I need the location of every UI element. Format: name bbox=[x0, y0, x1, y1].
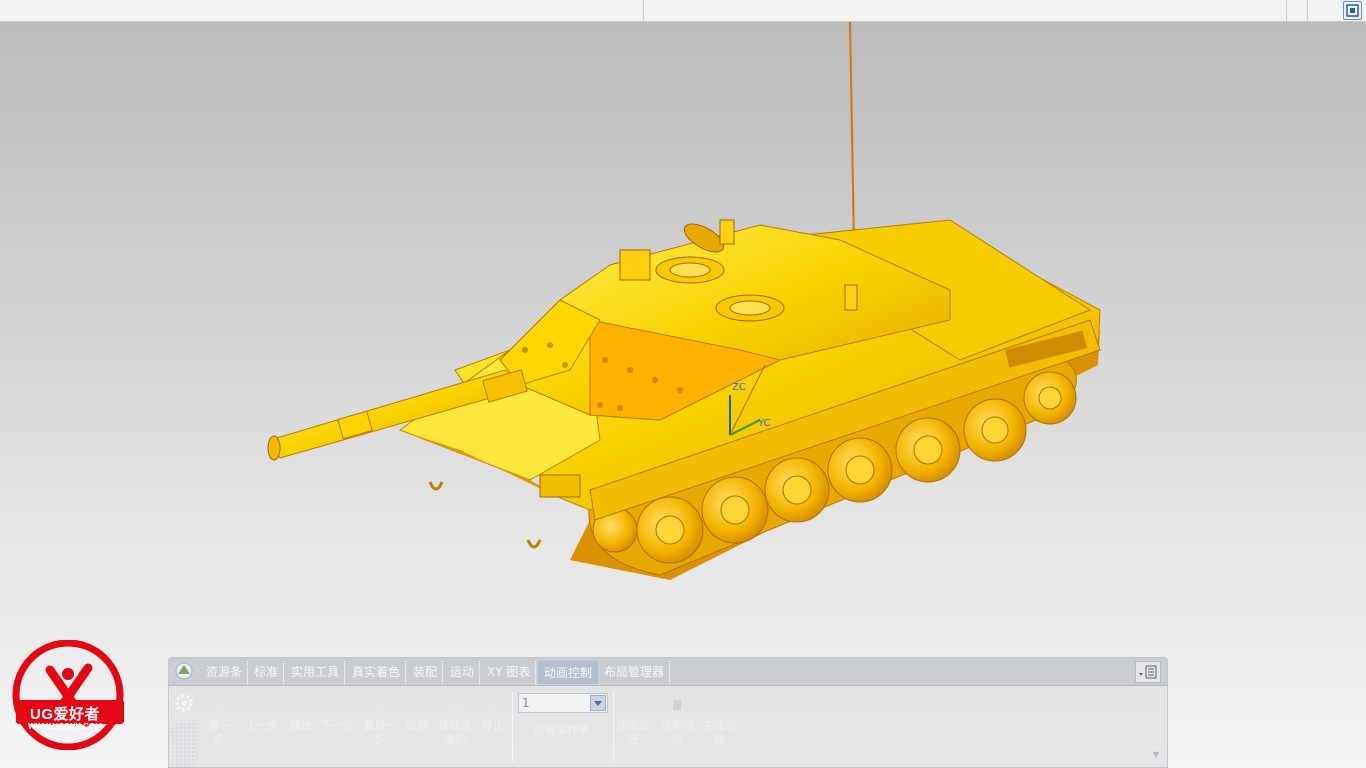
tab-true-shading[interactable]: 真实着色 bbox=[347, 661, 407, 684]
skip-to-end-icon bbox=[372, 696, 388, 714]
fit-view-button[interactable] bbox=[1343, 1, 1362, 20]
previous-step-label: 上一步 bbox=[245, 719, 279, 732]
periscope bbox=[844, 284, 858, 311]
previous-step-button[interactable]: 上一步 bbox=[245, 694, 279, 733]
pause-icon bbox=[413, 699, 421, 711]
tab-xy-graph[interactable]: XY 图表 bbox=[482, 661, 537, 684]
app-menu-button[interactable] bbox=[171, 660, 199, 684]
frame-animation-button[interactable]: 帧到动画 bbox=[657, 694, 697, 747]
next-step-label: 下一步 bbox=[320, 719, 354, 732]
checkered-flag-icon bbox=[711, 697, 726, 714]
tab-motion[interactable]: 运动 bbox=[445, 661, 481, 684]
tab-animation-control[interactable]: 动画控制 bbox=[538, 661, 599, 684]
ribbon-grip[interactable] bbox=[171, 722, 197, 766]
next-step-button[interactable]: 下一步 bbox=[319, 694, 355, 733]
stop-icon bbox=[488, 700, 498, 710]
logo-url: WWW.UGSNX.COM bbox=[28, 722, 102, 731]
axis-label-zc: ZC bbox=[732, 382, 746, 393]
ribbon-menu-icon bbox=[1139, 665, 1157, 679]
tab-assembly[interactable]: 装配 bbox=[408, 661, 444, 684]
top-bar-segment bbox=[1288, 0, 1308, 21]
top-bar bbox=[0, 0, 1366, 22]
logo-text: UG爱好者 bbox=[30, 706, 101, 723]
nx-logo-icon bbox=[175, 662, 193, 680]
stop-label: 停止 bbox=[482, 719, 504, 732]
top-bar-segment bbox=[644, 0, 1287, 21]
arrow-down-icon bbox=[626, 701, 640, 709]
sample-rate-label: 动画采样率 bbox=[534, 724, 589, 737]
tank-model-viewport[interactable]: ZC YC bbox=[260, 20, 1110, 590]
tab-standard[interactable]: 标准 bbox=[249, 661, 285, 684]
tab-layout-manager[interactable]: 布局管理器 bbox=[599, 661, 671, 684]
first-step-label: 第一步 bbox=[208, 719, 230, 746]
play-button[interactable]: 播放 bbox=[287, 694, 315, 733]
sample-rate-value: 1 bbox=[522, 696, 530, 710]
step-forward-icon bbox=[331, 697, 342, 713]
ribbon-options-button[interactable] bbox=[1135, 661, 1161, 683]
tow-hook bbox=[428, 481, 444, 491]
play-to-movie-button[interactable]: 播放至电影 bbox=[435, 694, 475, 747]
top-bar-segment bbox=[0, 0, 644, 21]
tab-utilities[interactable]: 实用工具 bbox=[286, 661, 346, 684]
finish-animation-button[interactable]: 完成动画 bbox=[699, 694, 739, 747]
axis-label-yc: YC bbox=[757, 418, 771, 429]
animation-sample-rate-select[interactable]: 1 bbox=[518, 693, 608, 713]
periscope bbox=[719, 219, 735, 245]
fit-view-icon bbox=[1346, 4, 1359, 17]
gear-icon bbox=[175, 694, 193, 712]
last-step-label: 最后一步 bbox=[363, 719, 397, 746]
play-to-movie-label: 播放至电影 bbox=[438, 719, 472, 746]
chevron-down-icon[interactable] bbox=[590, 695, 606, 711]
ug-enthusiast-logo bbox=[10, 639, 130, 751]
headlight bbox=[539, 474, 581, 498]
skip-to-start-icon bbox=[211, 696, 227, 714]
separator bbox=[613, 692, 614, 762]
pause-button[interactable]: 暂停 bbox=[403, 694, 431, 733]
hatch-ring bbox=[669, 262, 711, 278]
animation-path-button[interactable]: 动画路径 bbox=[615, 694, 651, 747]
ribbon-toolbar: 资源条 标准 实用工具 真实着色 装配 运动 XY 图表 动画控制 布局管理器 … bbox=[168, 657, 1168, 768]
frame-animation-label: 帧到动画 bbox=[660, 719, 694, 746]
ribbon-tab-bar: 资源条 标准 实用工具 真实着色 装配 运动 XY 图表 动画控制 布局管理器 bbox=[169, 658, 1167, 686]
last-step-button[interactable]: 最后一步 bbox=[361, 694, 399, 747]
sight-block bbox=[619, 249, 651, 281]
animation-path-label: 动画路径 bbox=[616, 719, 650, 746]
finish-animation-label: 完成动画 bbox=[702, 719, 736, 746]
tow-hook bbox=[526, 539, 542, 549]
separator bbox=[512, 692, 513, 762]
play-icon bbox=[298, 699, 306, 711]
logo-emblem-icon bbox=[12, 639, 124, 751]
tab-resource-bar[interactable]: 资源条 bbox=[201, 661, 249, 684]
pause-label: 暂停 bbox=[406, 719, 428, 732]
frame-icon bbox=[670, 697, 684, 713]
step-back-icon bbox=[257, 697, 268, 713]
hatch-ring bbox=[729, 300, 771, 316]
movie-camera-icon bbox=[447, 696, 464, 711]
ribbon-settings-button[interactable] bbox=[171, 690, 197, 716]
first-step-button[interactable]: 第一步 bbox=[203, 694, 235, 747]
ribbon-scroll-arrow-icon[interactable]: ▼ bbox=[1153, 750, 1159, 759]
stop-button[interactable]: 停止 bbox=[479, 694, 507, 733]
play-label: 播放 bbox=[290, 719, 312, 732]
